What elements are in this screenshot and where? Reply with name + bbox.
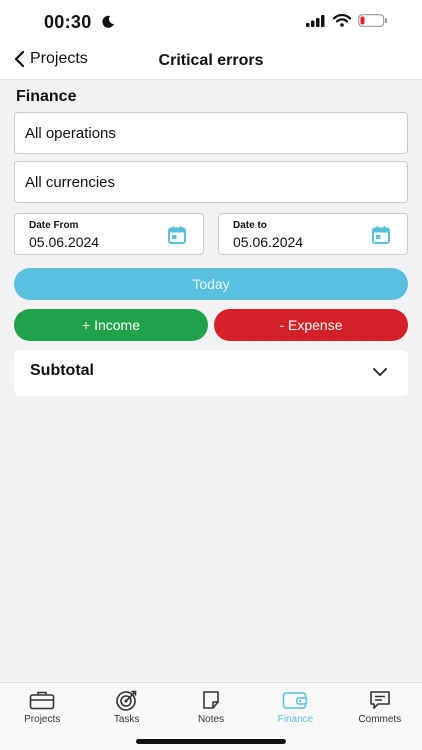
- date-to-label: Date to: [233, 220, 267, 231]
- tab-label: Commets: [358, 714, 402, 725]
- chat-icon: [370, 691, 390, 709]
- operations-select-value: All operations: [25, 124, 116, 142]
- wallet-icon: [283, 692, 308, 709]
- currencies-select-value: All currencies: [25, 173, 116, 191]
- date-from-value: 05.06.2024: [29, 234, 100, 250]
- calendar-icon[interactable]: [167, 225, 187, 245]
- chevron-down-icon: [373, 368, 387, 376]
- target-icon: [115, 690, 136, 711]
- wifi-icon: [333, 14, 351, 27]
- section-title: Finance: [16, 88, 77, 105]
- status-bar: 00:30: [0, 0, 422, 44]
- add-income-button[interactable]: + Income: [14, 309, 208, 341]
- tab-projects[interactable]: Projects: [0, 683, 84, 750]
- status-indicators: [306, 14, 388, 27]
- finance-content: Finance All operations All currencies Da…: [0, 88, 422, 396]
- calendar-icon[interactable]: [371, 225, 391, 245]
- top-bar: 00:30 Projects Critical errors: [0, 0, 422, 80]
- date-to-field[interactable]: Date to 05.06.2024: [218, 213, 408, 255]
- today-button[interactable]: Today: [14, 268, 408, 300]
- subtotal-panel[interactable]: Subtotal: [14, 350, 408, 396]
- tab-label: Projects: [24, 714, 61, 725]
- date-range: Date From 05.06.2024 Date to 05.06.2024: [14, 213, 408, 255]
- moon-icon: [102, 15, 114, 28]
- date-from-field[interactable]: Date From 05.06.2024: [14, 213, 204, 255]
- briefcase-icon: [29, 691, 55, 710]
- tab-label: Finance: [277, 714, 314, 725]
- tab-label: Notes: [197, 714, 225, 725]
- date-from-label: Date From: [29, 220, 79, 231]
- cellular-signal-icon: [306, 14, 325, 27]
- battery-low-icon: [358, 14, 387, 27]
- add-expense-button[interactable]: - Expense: [214, 309, 408, 341]
- tab-label: Tasks: [113, 714, 140, 725]
- date-to-value: 05.06.2024: [233, 234, 304, 250]
- note-icon: [203, 691, 219, 709]
- operations-select[interactable]: All operations: [14, 112, 408, 154]
- page-title: Critical errors: [158, 52, 264, 69]
- status-time: 00:30: [44, 12, 92, 32]
- navigation-bar: Projects Critical errors: [0, 44, 422, 80]
- currencies-select[interactable]: All currencies: [14, 161, 408, 203]
- tab-comments[interactable]: Commets: [338, 683, 422, 750]
- home-indicator: [136, 739, 286, 744]
- subtotal-label: Subtotal: [30, 362, 94, 379]
- transaction-buttons: + Income - Expense: [14, 309, 408, 341]
